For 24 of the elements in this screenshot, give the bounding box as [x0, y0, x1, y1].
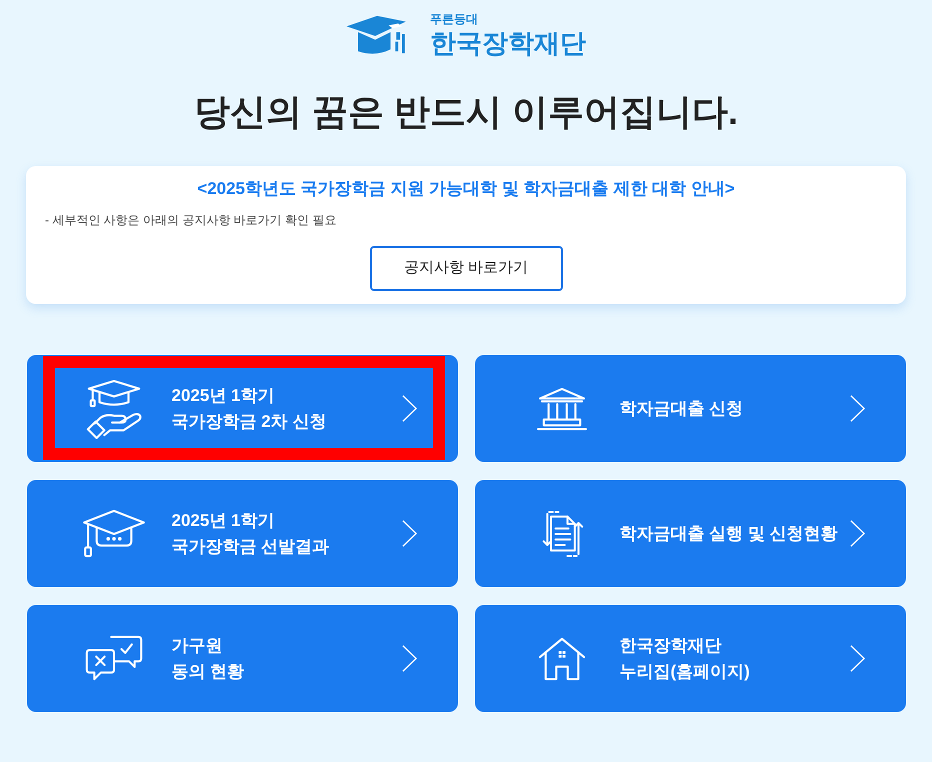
graduation-cap-hand-icon — [84, 378, 142, 438]
chevron-right-icon — [848, 519, 866, 548]
logo-tagline: 푸른등대 — [430, 12, 479, 26]
menu-tile[interactable]: 가구원 동의 현황 — [26, 605, 458, 712]
bank-building-icon — [536, 386, 588, 430]
headline: 당신의 꿈은 반드시 이루어집니다. — [194, 90, 738, 134]
graduation-cap-icon — [80, 508, 146, 558]
house-icon — [536, 636, 586, 682]
menu-tile[interactable]: 2025년 1학기 국가장학금 선발결과 — [26, 480, 458, 587]
notice-note: - 세부적인 사항은 아래의 공지사항 바로가기 확인 필요 — [45, 212, 338, 229]
chevron-right-icon — [400, 394, 418, 423]
menu-tile[interactable]: 한국장학재단 누리집(홈페이지) — [474, 605, 906, 712]
logo-name: 한국장학재단 — [430, 28, 586, 58]
notice-link-button[interactable]: 공지사항 바로가기 — [370, 246, 562, 291]
chevron-right-icon — [848, 394, 866, 423]
chevron-right-icon — [400, 519, 418, 548]
chevron-right-icon — [848, 644, 866, 673]
chevron-right-icon — [400, 644, 418, 673]
menu-tile[interactable]: 학자금대출 신청 — [474, 355, 906, 462]
menu-tile[interactable]: 2025년 1학기 국가장학금 2차 신청 — [26, 355, 458, 462]
notice-title: <2025학년도 국가장학금 지원 가능대학 및 학자금대출 제한 대학 안내> — [196, 178, 736, 200]
menu-tile[interactable]: 학자금대출 실행 및 신청현황 — [474, 480, 906, 587]
document-icon — [540, 510, 584, 558]
speech-bubbles-icon — [84, 634, 144, 683]
